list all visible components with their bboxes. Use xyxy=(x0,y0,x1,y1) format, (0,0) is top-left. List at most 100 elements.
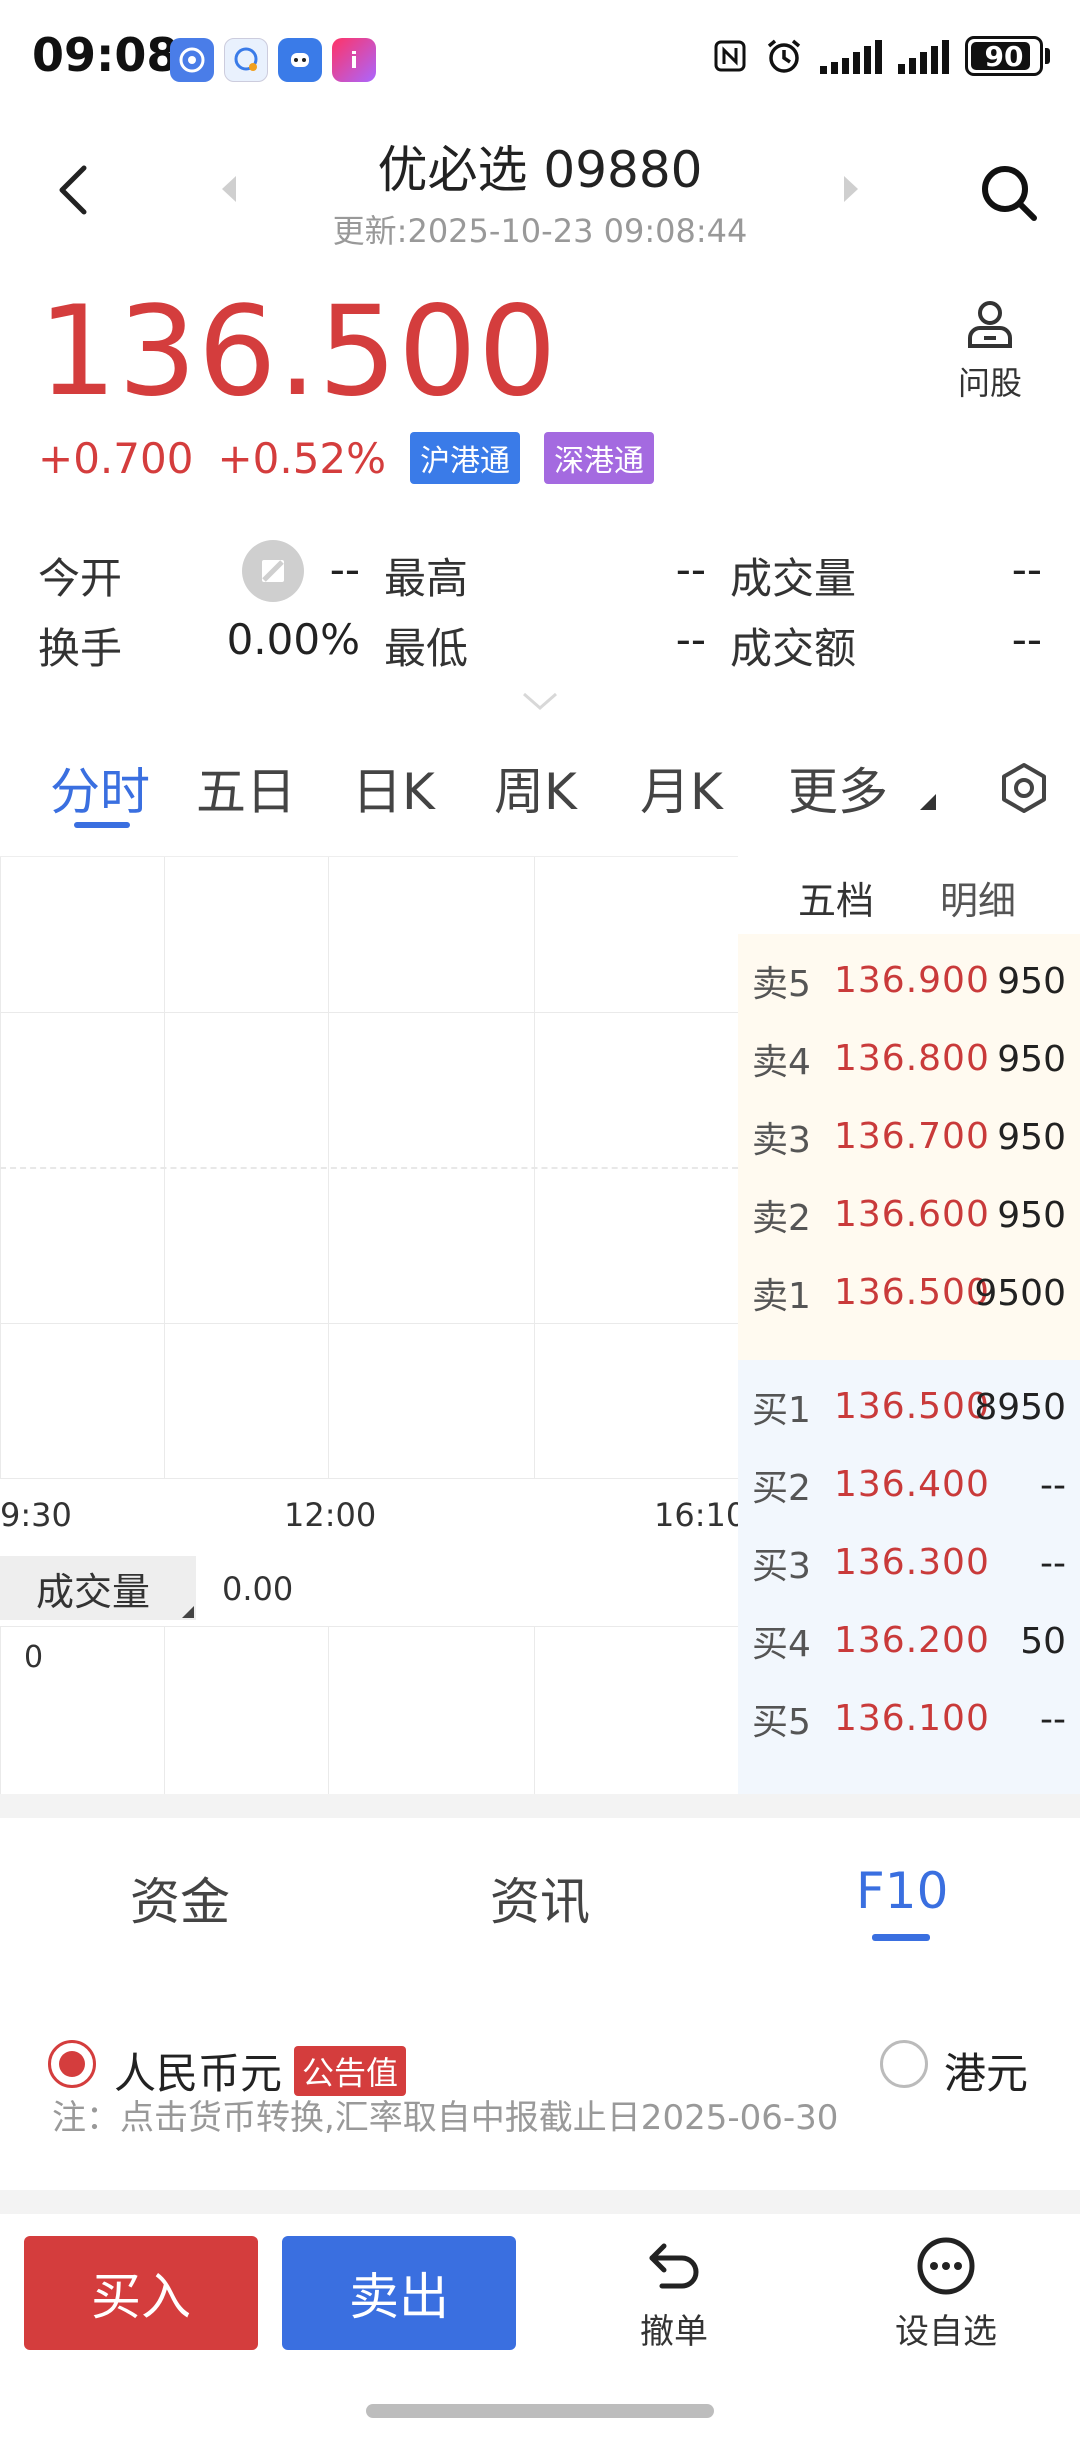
order-qty: 950 xyxy=(997,1116,1066,1158)
tab-day-k[interactable]: 日K xyxy=(352,752,435,824)
volume-dropdown-icon xyxy=(182,1606,194,1618)
order-qty: 9500 xyxy=(974,1272,1066,1314)
price-change: +0.700 xyxy=(38,433,194,483)
section-divider xyxy=(0,2190,1080,2214)
expand-chevron-down-icon[interactable] xyxy=(520,690,560,714)
battery-icon: 90 xyxy=(965,36,1050,76)
intraday-chart[interactable] xyxy=(0,856,738,1479)
hkd-radio[interactable] xyxy=(880,2040,928,2088)
search-icon[interactable] xyxy=(976,160,1042,226)
order-side: 买5 xyxy=(752,1702,811,1743)
time-label-open: 9:30 xyxy=(0,1496,72,1534)
tab-five-day[interactable]: 五日 xyxy=(196,752,296,824)
tab-funds[interactable]: 资金 xyxy=(130,1862,230,1934)
tag-shenzhen-connect: 深港通 xyxy=(544,432,655,484)
stat-label: 今开 xyxy=(38,553,123,603)
order-qty: -- xyxy=(1040,1698,1066,1740)
tab-trade-detail[interactable]: 明细 xyxy=(940,870,1016,925)
chart-settings-icon[interactable] xyxy=(996,760,1052,816)
time-label-close: 16:10 xyxy=(654,1496,747,1534)
info-tabs: 资金 资讯 F10 xyxy=(0,1818,1080,1941)
app-notification-icon xyxy=(170,38,214,82)
update-time: 更新:2025-10-23 09:08:44 xyxy=(332,212,748,250)
stat-turnover: 换手 0.00% xyxy=(38,615,384,676)
more-dots-icon xyxy=(917,2237,975,2295)
notice-value-badge: 公告值 xyxy=(294,2046,407,2096)
volume-value: 0.00 xyxy=(222,1570,294,1608)
stat-label: 最高 xyxy=(384,553,469,603)
next-stock-icon[interactable] xyxy=(838,172,862,206)
order-side: 买3 xyxy=(752,1546,811,1587)
volume-axis-zero: 0 xyxy=(24,1640,44,1675)
signal-icon xyxy=(898,38,949,74)
stat-value: -- xyxy=(675,544,706,594)
order-qty: 950 xyxy=(997,1194,1066,1236)
buy-row: 买2 136.400 -- xyxy=(738,1450,1080,1520)
order-price: 136.200 xyxy=(834,1620,990,1661)
price-change-pct: +0.52% xyxy=(217,433,387,483)
order-book: 五档 明细 卖5 136.900 950 卖4 136.800 950 卖3 136.70… xyxy=(738,856,1080,1794)
tab-f10[interactable]: F10 xyxy=(856,1862,948,1920)
stock-header: 优必选 09880 更新:2025-10-23 09:08:44 xyxy=(0,120,1080,260)
bottom-action-bar: 买入 卖出 撤单 设自选 xyxy=(0,2214,1080,2440)
order-qty: 8950 xyxy=(974,1386,1066,1428)
order-price: 136.600 xyxy=(834,1194,990,1235)
chart-edit-marker[interactable] xyxy=(242,540,304,602)
page-title: 优必选 09880 xyxy=(377,141,703,199)
volume-chart xyxy=(0,1626,738,1795)
buy-row: 买4 136.200 50 xyxy=(738,1606,1080,1676)
tab-five-levels[interactable]: 五档 xyxy=(798,870,874,925)
volume-indicator-selector[interactable]: 成交量 xyxy=(0,1556,196,1620)
app-robot-icon xyxy=(278,38,322,82)
order-side: 卖4 xyxy=(752,1042,811,1083)
tab-month-k[interactable]: 月K xyxy=(640,752,723,824)
tab-intraday[interactable]: 分时 xyxy=(50,752,150,824)
tab-week-k[interactable]: 周K xyxy=(494,752,577,824)
stat-high: 最高 -- xyxy=(384,545,730,606)
add-watchlist-button[interactable]: 设自选 xyxy=(876,2234,1016,2353)
order-price: 136.800 xyxy=(834,1038,990,1079)
stat-value: -- xyxy=(675,614,706,664)
tab-underline xyxy=(872,1934,930,1941)
nfc-icon xyxy=(714,40,746,72)
order-price: 136.500 xyxy=(834,1386,990,1427)
stat-low: 最低 -- xyxy=(384,615,730,676)
order-side: 卖3 xyxy=(752,1120,811,1161)
status-time: 09:08 xyxy=(32,28,179,82)
tab-more[interactable]: 更多 xyxy=(788,752,888,824)
hkd-label[interactable]: 港元 xyxy=(944,2040,1028,2101)
order-side: 卖2 xyxy=(752,1198,811,1239)
stat-label: 成交额 xyxy=(730,623,857,673)
battery-level: 90 xyxy=(984,39,1024,73)
sell-button[interactable]: 卖出 xyxy=(282,2236,516,2350)
stat-value: -- xyxy=(329,544,360,594)
undo-icon xyxy=(649,2243,699,2289)
order-price: 136.100 xyxy=(834,1698,990,1739)
pencil-icon xyxy=(262,560,284,582)
order-book-tabs: 五档 明细 xyxy=(738,856,1080,934)
app-info-icon xyxy=(332,38,376,82)
ask-stock-button[interactable]: 问股 xyxy=(940,296,1040,404)
app-chat-icon xyxy=(224,38,268,82)
order-side: 卖1 xyxy=(752,1276,811,1317)
chart-tabs: 分时 五日 日K 周K 月K 更多 xyxy=(0,740,1080,850)
order-qty: 950 xyxy=(997,960,1066,1002)
stat-volume: 成交量 -- xyxy=(730,545,1042,606)
sell-row: 卖5 136.900 950 xyxy=(738,946,1080,1016)
order-price: 136.900 xyxy=(834,960,990,1001)
stat-open: 今开 -- xyxy=(38,545,384,606)
order-side: 买2 xyxy=(752,1468,811,1509)
home-indicator[interactable] xyxy=(366,2404,714,2418)
rmb-radio[interactable] xyxy=(48,2040,96,2088)
ask-stock-label: 问股 xyxy=(957,364,1022,402)
order-price: 136.700 xyxy=(834,1116,990,1157)
buy-button[interactable]: 买入 xyxy=(24,2236,258,2350)
sell-row: 卖1 136.500 9500 xyxy=(738,1258,1080,1328)
tab-news[interactable]: 资讯 xyxy=(490,1862,590,1934)
stat-value: -- xyxy=(1011,544,1042,594)
stats-grid: 今开 -- 最高 -- 成交量 -- 换手 0.00% 最低 -- 成交额 -- xyxy=(38,540,1042,680)
stat-label: 成交量 xyxy=(730,553,857,603)
order-side: 买1 xyxy=(752,1390,811,1431)
order-qty: 950 xyxy=(997,1038,1066,1080)
cancel-order-button[interactable]: 撤单 xyxy=(604,2234,744,2353)
